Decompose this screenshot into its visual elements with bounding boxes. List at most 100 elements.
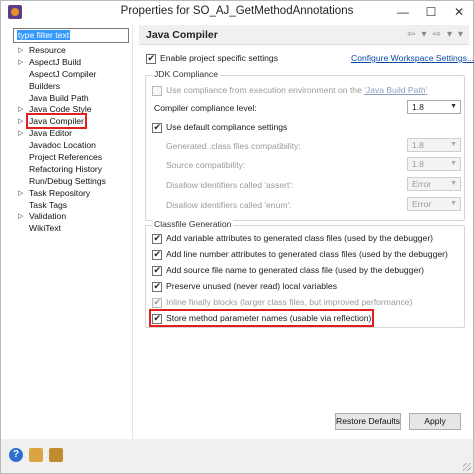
tree-item-label: Validation [29, 211, 67, 222]
expand-arrow-icon[interactable]: ▷ [18, 104, 26, 116]
enable-specific-checkbox[interactable] [146, 52, 156, 64]
minimize-button[interactable]: — [389, 1, 417, 23]
classfile-option-inline-finally[interactable]: Inline finally blocks (larger class file… [152, 296, 412, 308]
tree-item-refactoring-history[interactable]: Refactoring History [15, 164, 131, 176]
enum-identifiers-value: Error [412, 199, 432, 209]
line-numbers-label: Add line number attributes to generated … [166, 249, 448, 259]
nav-arrows: ⇦ ▾ ⇨ ▾ ▾ [407, 29, 463, 40]
tree-item-task-repository[interactable]: ▷ Task Repository [15, 188, 131, 200]
java-build-path-link[interactable]: 'Java Build Path' [364, 85, 427, 95]
tree-item-project-references[interactable]: Project References [15, 152, 131, 164]
use-default-label: Use default compliance settings [166, 122, 288, 132]
source-file-label: Add source file name to generated class … [166, 265, 424, 275]
chevron-down-icon: ▼ [450, 103, 457, 110]
inline-finally-checkbox[interactable] [152, 296, 162, 308]
tree-item-label: Refactoring History [29, 163, 103, 174]
source-compat-select[interactable]: 1.8 ▼ [407, 157, 461, 171]
maximize-button[interactable]: ☐ [417, 1, 445, 23]
expand-arrow-icon[interactable]: ▷ [18, 116, 26, 128]
classfile-option-preserve-unused[interactable]: Preserve unused (never read) local varia… [152, 280, 337, 292]
source-compat-label: Source compatibility: [166, 160, 246, 170]
tree-item-javadoc-location[interactable]: Javadoc Location [15, 140, 131, 152]
store-param-names-checkbox[interactable] [152, 312, 162, 324]
expand-arrow-icon[interactable]: ▷ [18, 128, 26, 140]
tree-item-java-build-path[interactable]: Java Build Path [15, 93, 131, 105]
compliance-level-label: Compiler compliance level: [154, 103, 257, 113]
use-exec-env-checkbox[interactable] [152, 85, 162, 96]
jdk-compliance-title: JDK Compliance [152, 69, 220, 79]
source-file-checkbox[interactable] [152, 264, 162, 276]
forward-arrow-icon[interactable]: ⇨ [433, 29, 441, 40]
tree-item-label: Resource [29, 45, 66, 55]
tree-item-label: Java Editor [29, 128, 72, 139]
tree-item-builders[interactable]: Builders [15, 81, 131, 93]
use-default-row[interactable]: Use default compliance settings [152, 121, 287, 133]
classfile-option-line-numbers[interactable]: Add line number attributes to generated … [152, 248, 448, 260]
tree-item-run-debug-settings[interactable]: Run/Debug Settings [15, 176, 131, 188]
tree-item-aspectj-compiler[interactable]: AspectJ Compiler [15, 69, 131, 81]
chevron-down-icon: ▼ [450, 141, 457, 148]
tree-item-wikitext[interactable]: WikiText [15, 223, 131, 235]
compliance-level-value: 1.8 [412, 102, 424, 112]
use-exec-env-row[interactable]: Use compliance from execution environmen… [152, 84, 427, 96]
store-param-names-label: Store method parameter names (usable via… [166, 313, 372, 323]
expand-arrow-icon[interactable]: ▷ [18, 45, 26, 57]
classfile-option-store-param-names[interactable]: Store method parameter names (usable via… [148, 309, 375, 327]
tree-item-validation[interactable]: ▷ Validation [15, 211, 131, 223]
line-numbers-checkbox[interactable] [152, 248, 162, 260]
tree-item-task-tags[interactable]: Task Tags [15, 200, 131, 212]
restore-defaults-button[interactable]: Restore Defaults [335, 413, 401, 430]
tree-item-label: Java Code Style [29, 104, 92, 115]
tree-item-label: Javadoc Location [29, 140, 96, 151]
tree-item-java-compiler[interactable]: ▷ Java Compiler [15, 113, 131, 130]
tree-item-label: Task Tags [29, 199, 68, 210]
variable-attrs-label: Add variable attributes to generated cla… [166, 233, 434, 243]
filter-input-text: type filter text [17, 30, 71, 40]
view-menu-icon[interactable]: ▾ [458, 29, 463, 40]
classfile-generation-title: Classfile Generation [152, 219, 234, 229]
use-default-checkbox[interactable] [152, 121, 162, 133]
close-button[interactable]: ✕ [445, 1, 473, 23]
generated-compat-select[interactable]: 1.8 ▼ [407, 138, 461, 152]
tree-item-label: Java Compiler [26, 113, 87, 130]
chevron-down-icon: ▼ [450, 200, 457, 207]
expand-arrow-icon[interactable]: ▷ [18, 57, 26, 69]
classfile-option-variable-attrs[interactable]: Add variable attributes to generated cla… [152, 232, 433, 244]
assert-identifiers-select[interactable]: Error ▼ [407, 177, 461, 191]
tree-item-aspectj-build[interactable]: ▷ AspectJ Build [15, 57, 131, 69]
configure-workspace-link[interactable]: Configure Workspace Settings... [351, 52, 474, 64]
resize-grip-icon[interactable] [463, 463, 471, 471]
tree-item-label: Java Build Path [29, 92, 89, 103]
enable-specific-row[interactable]: Enable project specific settings [146, 52, 278, 64]
tree-item-label: AspectJ Compiler [29, 68, 97, 79]
export-icon[interactable] [49, 448, 63, 462]
preference-tree: ▷ Resource ▷ AspectJ Build AspectJ Compiler B… [15, 45, 131, 235]
compliance-level-select[interactable]: 1.8 ▼ [407, 100, 461, 114]
variable-attrs-checkbox[interactable] [152, 232, 162, 244]
apply-button[interactable]: Apply [409, 413, 461, 430]
back-arrow-icon[interactable]: ⇦ [407, 29, 415, 40]
back-menu-icon[interactable]: ▾ [422, 29, 427, 40]
tree-item-label: Project References [29, 152, 103, 163]
classfile-option-source-file[interactable]: Add source file name to generated class … [152, 264, 424, 276]
generated-compat-label: Generated .class files compatibility: [166, 141, 301, 151]
enum-identifiers-select[interactable]: Error ▼ [407, 197, 461, 211]
tree-item-java-code-style[interactable]: ▷ Java Code Style [15, 104, 131, 116]
filter-input[interactable]: type filter text [13, 28, 129, 43]
help-icon[interactable]: ? [9, 448, 23, 462]
source-compat-value: 1.8 [412, 159, 424, 169]
assert-identifiers-value: Error [412, 179, 432, 189]
forward-menu-icon[interactable]: ▾ [447, 29, 452, 40]
tree-item-resource[interactable]: ▷ Resource [15, 45, 131, 57]
tree-item-label: AspectJ Build [29, 56, 82, 67]
import-icon[interactable] [29, 448, 43, 462]
tree-item-label: Run/Debug Settings [29, 175, 106, 186]
dialog-footer: ? [1, 439, 473, 473]
expand-arrow-icon[interactable]: ▷ [18, 211, 26, 223]
tree-item-label: Task Repository [29, 187, 91, 198]
assert-identifiers-label: Disallow identifiers called 'assert': [166, 180, 294, 190]
tree-item-java-editor[interactable]: ▷ Java Editor [15, 128, 131, 140]
expand-arrow-icon[interactable]: ▷ [18, 188, 26, 200]
preserve-unused-checkbox[interactable] [152, 280, 162, 292]
tree-item-label: Builders [29, 80, 61, 91]
